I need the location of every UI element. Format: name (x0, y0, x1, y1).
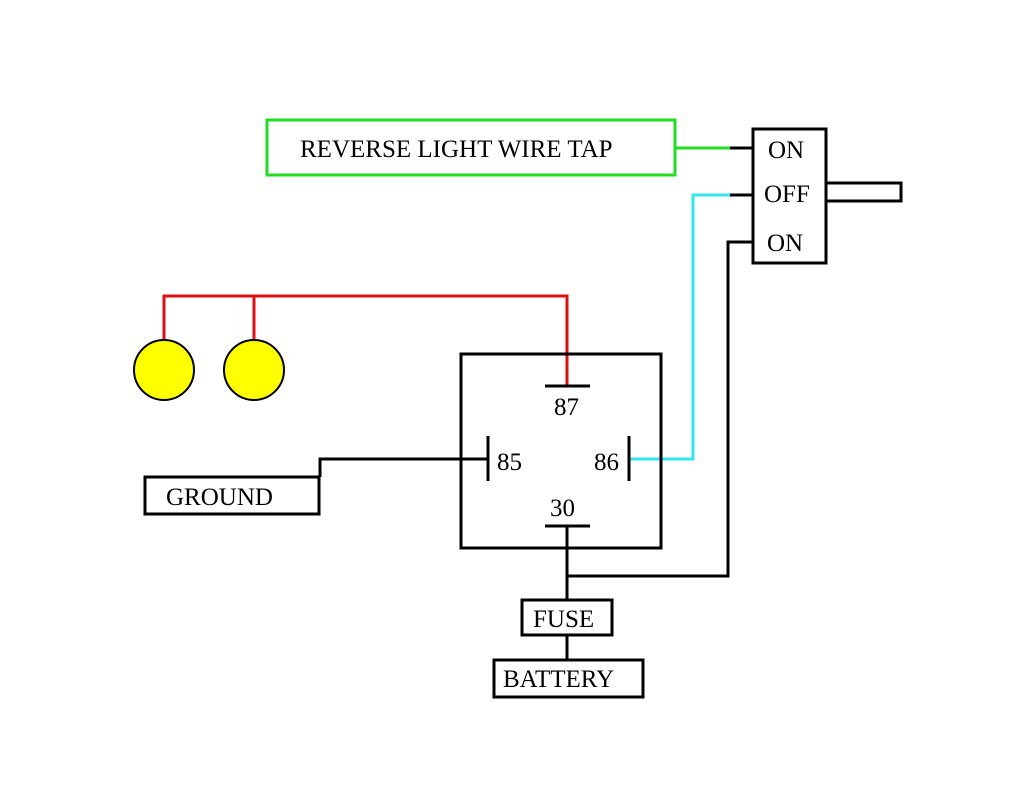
pin85-label: 85 (497, 449, 522, 476)
reverse-light-tap-label: REVERSE LIGHT WIRE TAP (300, 136, 613, 163)
wiring-diagram: REVERSE LIGHT WIRE TAP ON OFF ON 87 85 8… (133, 118, 903, 699)
battery-label: BATTERY (503, 666, 614, 693)
switch-on-bottom-label: ON (767, 230, 803, 257)
switch-on-top-label: ON (768, 137, 804, 164)
reverse-lamp-right (223, 339, 285, 401)
pin87-label: 87 (554, 394, 579, 421)
ground-wire (318, 457, 488, 477)
pin86-label: 86 (594, 449, 619, 476)
fuse-label: FUSE (533, 606, 594, 633)
reverse-lamp-left (133, 339, 195, 401)
switch-off-label: OFF (764, 181, 810, 208)
switch-to-86-wire (629, 193, 731, 461)
pin30-label: 30 (550, 495, 575, 522)
ground-label: GROUND (166, 484, 273, 511)
toggle-switch-handle (824, 181, 903, 203)
